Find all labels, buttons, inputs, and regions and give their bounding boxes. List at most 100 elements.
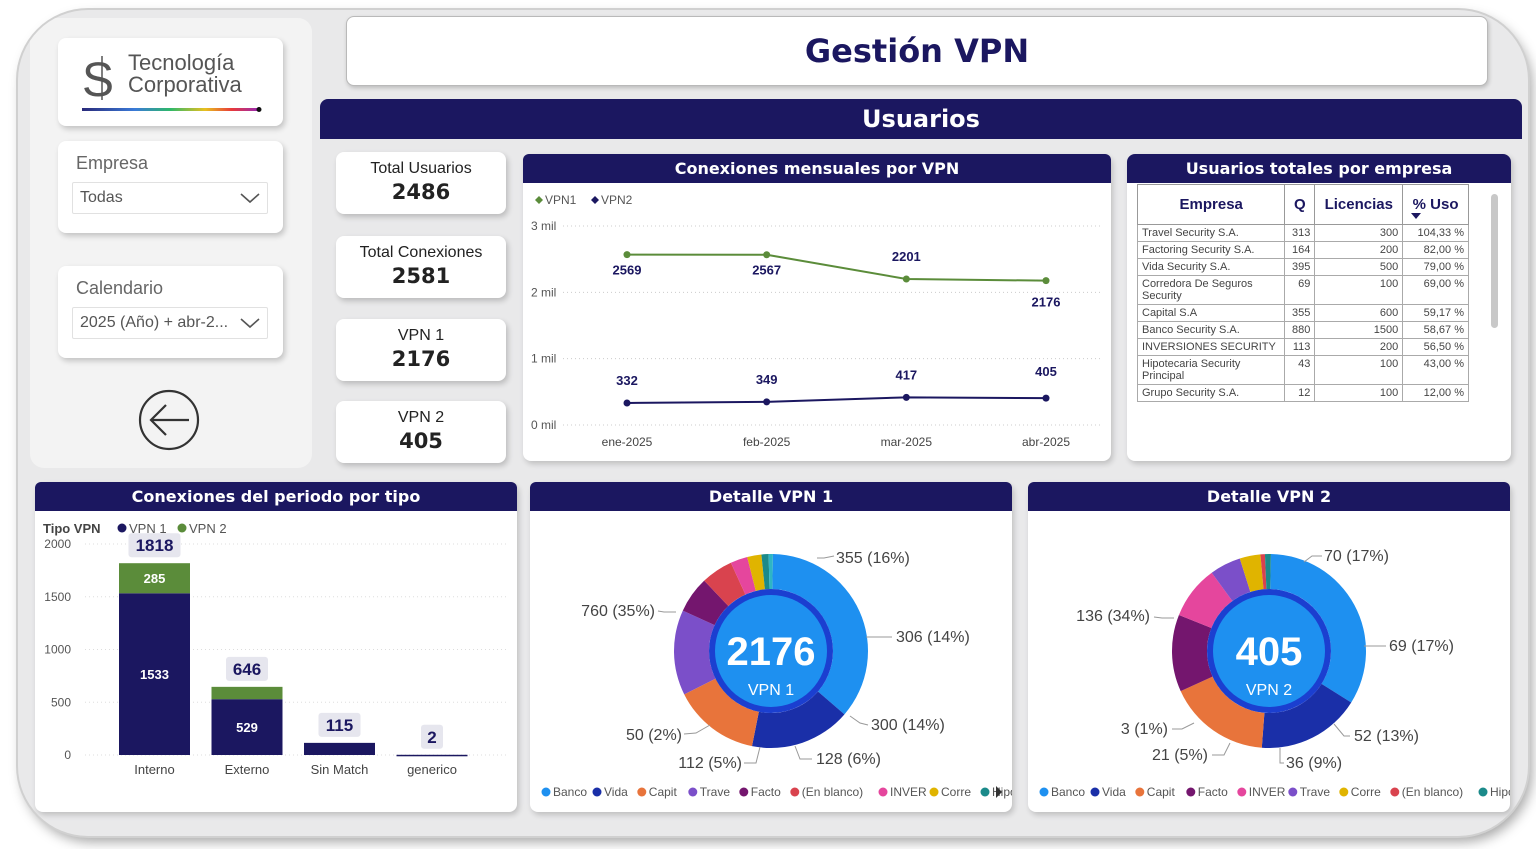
back-arrow-icon[interactable] — [137, 388, 201, 452]
company-logo: S Tecnología Corporativa — [58, 38, 283, 126]
legend-marker — [1390, 787, 1400, 797]
line-chart-title: Conexiones mensuales por VPN — [523, 154, 1111, 183]
kpi-value: 405 — [399, 429, 443, 453]
line-chart: VPN1 VPN2 0 mil 1 mil 2 mil 3 mil ene-2025 feb-… — [531, 193, 1103, 449]
label-leader — [1303, 555, 1322, 563]
legend-label: Vida — [1102, 785, 1126, 799]
cell-empresa: Corredora De Seguros Security — [1137, 275, 1286, 305]
bar-segment-label: 285 — [144, 571, 166, 586]
data-label: 2201 — [892, 249, 921, 264]
legend-label: VPN2 — [601, 193, 633, 207]
data-point — [902, 275, 910, 283]
legend-label: VPN1 — [545, 193, 577, 207]
cell-licencias: 1500 — [1314, 321, 1404, 339]
empresa-slicer: Empresa Todas — [58, 141, 283, 233]
x-tick-label: Externo — [225, 762, 270, 777]
col-empresa[interactable]: Empresa — [1137, 184, 1286, 225]
legend-marker — [1186, 787, 1196, 797]
table-row[interactable]: INVERSIONES SECURITY 113 200 56,50 % — [1137, 338, 1469, 356]
cell-uso: 104,33 % — [1402, 224, 1469, 242]
sort-desc-icon — [1411, 213, 1422, 219]
table-row[interactable]: Capital S.A 355 600 59,17 % — [1137, 304, 1469, 322]
table-row[interactable]: Factoring Security S.A. 164 200 82,00 % — [1137, 241, 1469, 259]
table-title: Usuarios totales por empresa — [1127, 154, 1511, 183]
donut-vpn2-chart: 405 VPN 2 70 (17%) 69 (17%) 52 (13%) 36 (9%) 2… — [1039, 548, 1510, 799]
data-point — [763, 251, 771, 259]
legend-title: Tipo VPN — [43, 521, 101, 536]
donut-vpn1-card: Detalle VPN 1 2176 VPN 1 355 (16%) 306 (14%… — [530, 482, 1012, 812]
cell-empresa: INVERSIONES SECURITY — [1137, 338, 1286, 356]
calendario-dropdown[interactable]: 2025 (Año) + abr-2... — [72, 307, 268, 339]
data-point — [1042, 277, 1050, 285]
legend-label: Capit — [1147, 785, 1176, 799]
table-scrollbar[interactable] — [1491, 194, 1498, 328]
donut-center-label: VPN 1 — [748, 682, 794, 699]
data-label: 332 — [616, 373, 638, 388]
slice-label: 50 (2%) — [626, 727, 682, 744]
label-leader — [1172, 722, 1195, 730]
cell-empresa: Factoring Security S.A. — [1137, 241, 1286, 259]
slice-label: 136 (34%) — [1076, 608, 1150, 625]
bar-chart-card: Conexiones del periodo por tipo Tipo VPN… — [35, 482, 517, 812]
table-row[interactable]: Grupo Security S.A. 12 100 12,00 % — [1137, 384, 1469, 402]
donut-vpn2-card: Detalle VPN 2 405 VPN 2 70 (17%) 69 (17%) 52… — [1028, 482, 1510, 812]
empresa-dropdown[interactable]: Todas — [72, 182, 268, 214]
table-row[interactable]: Corredora De Seguros Security 69 100 69,00 … — [1137, 275, 1469, 305]
legend-label: Trave — [1300, 785, 1331, 799]
y-tick-label: 1000 — [44, 643, 71, 657]
cell-empresa: Hipotecaria Security Principal — [1137, 355, 1286, 385]
col-licencias[interactable]: Licencias — [1314, 184, 1404, 225]
donut-vpn1-title: Detalle VPN 1 — [530, 482, 1012, 511]
x-tick-label: generico — [407, 762, 457, 777]
table-row[interactable]: Hipotecaria Security Principal 43 100 43,00… — [1137, 355, 1469, 385]
legend-marker — [878, 787, 888, 797]
empresa-label: Empresa — [76, 153, 149, 173]
data-point — [902, 393, 910, 401]
data-label: 349 — [756, 372, 778, 387]
kpi-value: 2581 — [391, 264, 451, 288]
label-leader — [849, 715, 869, 726]
label-leader — [794, 745, 812, 760]
slice-label: 128 (6%) — [816, 751, 881, 768]
bar-segment-label: 1533 — [140, 667, 169, 682]
legend-marker — [1039, 787, 1049, 797]
cell-uso: 79,00 % — [1402, 258, 1469, 276]
x-tick-label: mar-2025 — [881, 435, 933, 449]
donut-center-value: 405 — [1236, 630, 1303, 674]
table-row[interactable]: Vida Security S.A. 395 500 79,00 % — [1137, 258, 1469, 276]
cell-empresa: Vida Security S.A. — [1137, 258, 1286, 276]
cell-q: 12 — [1284, 384, 1316, 402]
table-row[interactable]: Travel Security S.A. 313 300 104,33 % — [1137, 224, 1469, 242]
bar-total-label: 2 — [427, 728, 436, 747]
slice-label: 36 (9%) — [1286, 755, 1342, 772]
cell-licencias: 100 — [1314, 275, 1404, 305]
data-point — [763, 398, 771, 406]
cell-empresa: Grupo Security S.A. — [1137, 384, 1286, 402]
bar-total-label: 1818 — [136, 536, 174, 555]
x-tick-label: Sin Match — [311, 762, 369, 777]
bar-segment — [396, 754, 468, 757]
table-row[interactable]: Banco Security S.A. 880 1500 58,67 % — [1137, 321, 1469, 339]
legend-label: VPN 2 — [189, 521, 227, 536]
label-leader — [1333, 723, 1350, 737]
kpi-value: 2486 — [391, 180, 451, 204]
cell-licencias: 100 — [1314, 355, 1404, 385]
label-leader — [744, 746, 761, 764]
cell-q: 164 — [1284, 241, 1316, 259]
kpi-total-usuarios: Total Usuarios 2486 — [336, 152, 506, 214]
data-point — [623, 399, 631, 407]
cell-licencias: 500 — [1314, 258, 1404, 276]
col-uso[interactable]: % Uso — [1402, 184, 1469, 225]
cell-q: 395 — [1284, 258, 1316, 276]
slice-label: 306 (14%) — [896, 629, 970, 646]
data-point — [1042, 394, 1050, 402]
cell-licencias: 200 — [1314, 241, 1404, 259]
legend-marker — [637, 787, 647, 797]
slice-label: 3 (1%) — [1121, 721, 1168, 738]
col-q[interactable]: Q — [1284, 184, 1316, 225]
kpi-label: VPN 2 — [397, 409, 445, 426]
donut-vpn2-title: Detalle VPN 2 — [1028, 482, 1510, 511]
cell-q: 313 — [1284, 224, 1316, 242]
line-chart-card: Conexiones mensuales por VPN VPN1 VPN2 0 m… — [523, 154, 1111, 461]
legend-marker — [535, 196, 543, 204]
